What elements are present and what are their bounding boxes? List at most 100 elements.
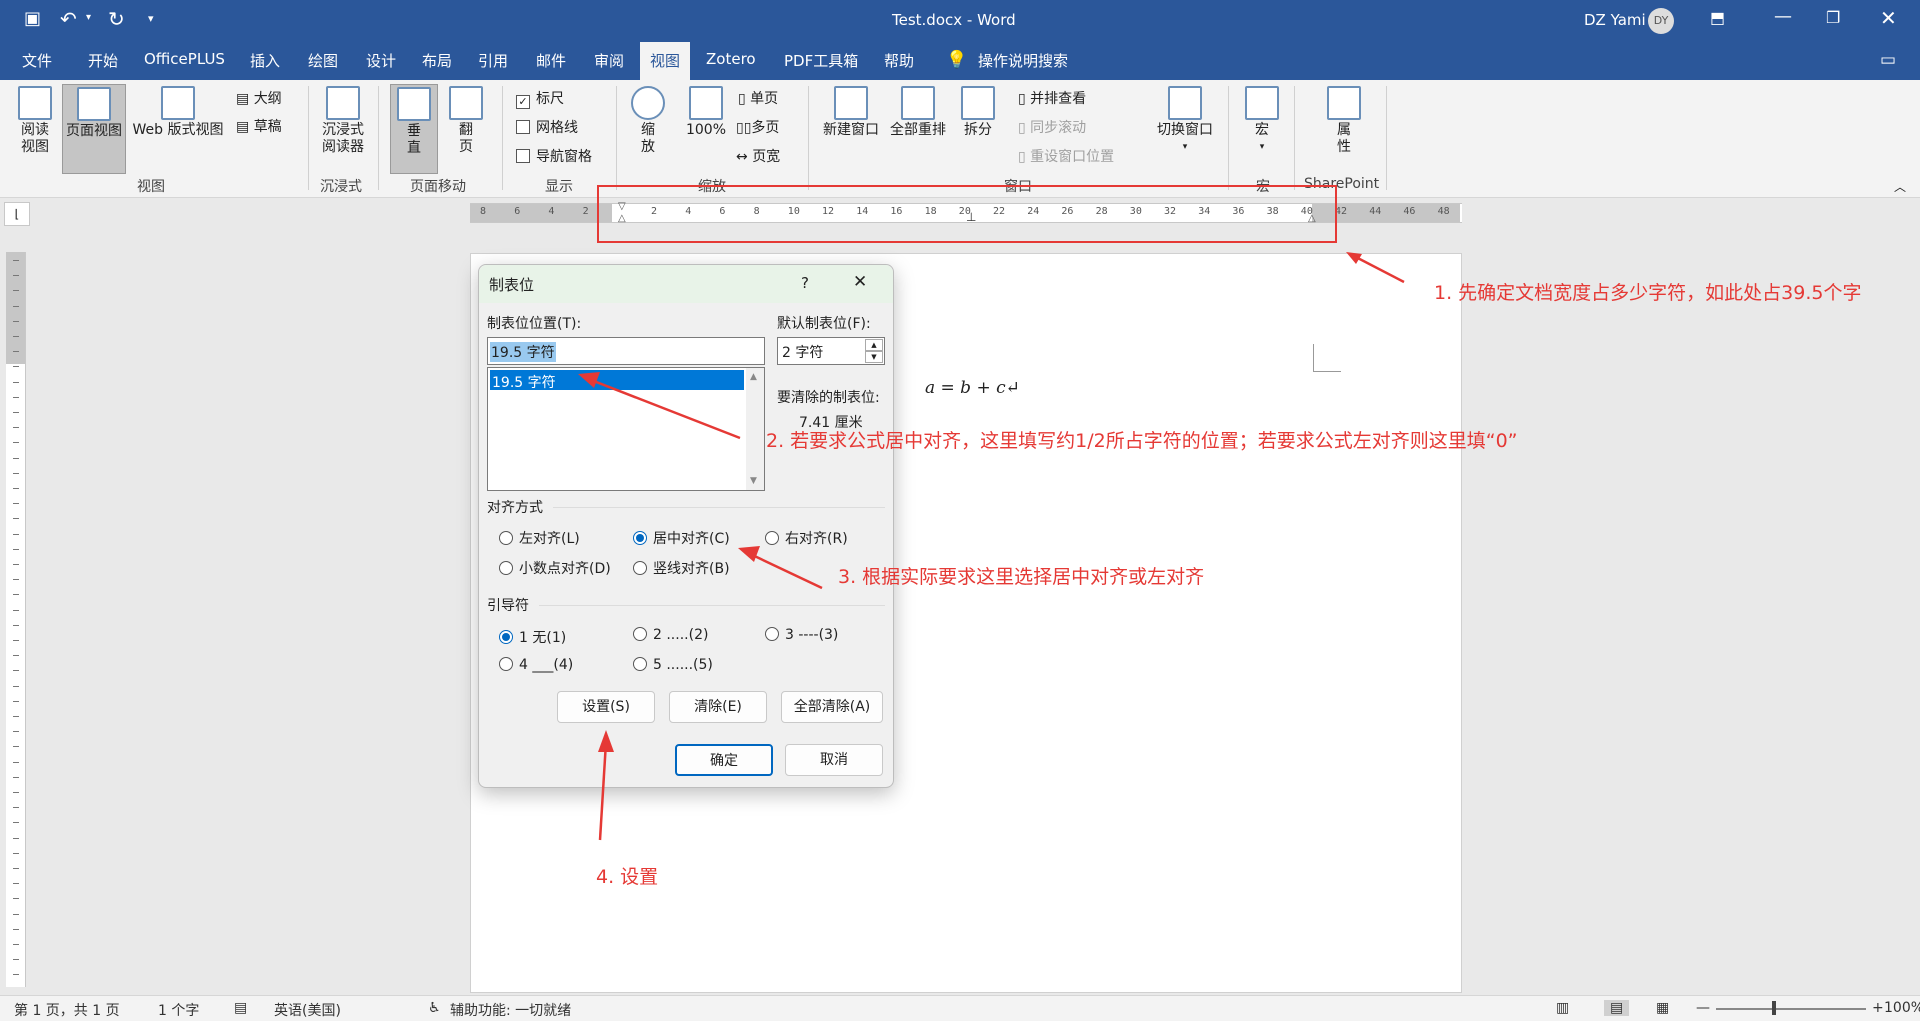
leader-underline-radio[interactable]: 4 ___(4) — [499, 657, 573, 673]
customize-qat-icon[interactable]: ▾ — [148, 12, 154, 25]
sync-scroll-button[interactable]: ▯ 同步滚动 — [1018, 117, 1086, 137]
web-layout-button[interactable]: Web 版式视图 — [128, 86, 228, 139]
leader-none-radio[interactable]: 1 无(1) — [499, 627, 566, 647]
tab-home[interactable]: 开始 — [88, 50, 118, 71]
formula-equation[interactable]: a = b + c↵ — [925, 378, 1020, 398]
align-left-radio[interactable]: 左对齐(L) — [499, 528, 580, 548]
first-line-indent-marker[interactable]: ▽ — [618, 201, 626, 212]
ribbon-display-icon[interactable]: ⬒ — [1710, 8, 1725, 27]
tab-view[interactable]: 视图 — [640, 42, 691, 80]
zoom-button[interactable]: 缩 放 — [628, 86, 668, 156]
ok-button[interactable]: 确定 — [675, 744, 773, 776]
zoom-100-button[interactable]: 100% — [684, 86, 728, 139]
page-width-button[interactable]: ↔ 页宽 — [736, 146, 780, 166]
tab-review[interactable]: 审阅 — [594, 50, 624, 71]
properties-button[interactable]: 属 性 — [1320, 86, 1368, 156]
default-tab-stops-spinner[interactable]: 2 字符 ▲ ▼ — [777, 337, 885, 365]
page-count[interactable]: 第 1 页，共 1 页 — [14, 1000, 120, 1020]
switch-windows-button[interactable]: 切换窗口 ▾ — [1150, 86, 1220, 156]
scroll-up-icon[interactable]: ▲ — [750, 372, 757, 382]
vertical-ruler[interactable] — [6, 252, 26, 987]
tab-officeplus[interactable]: OfficePLUS — [144, 50, 225, 68]
cancel-button[interactable]: 取消 — [785, 744, 883, 776]
tab-layout[interactable]: 布局 — [422, 50, 452, 71]
close-window-icon[interactable]: ✕ — [1880, 6, 1897, 30]
leader-dashes-radio[interactable]: 3 ----(3) — [765, 627, 838, 643]
leader-dots-radio[interactable]: 2 .....(2) — [633, 627, 708, 643]
word-count[interactable]: 1 个字 — [158, 1000, 199, 1020]
tab-stop-list[interactable]: 19.5 字符 ▲ ▼ — [487, 367, 765, 491]
language[interactable]: 英语(美国) — [274, 1000, 341, 1020]
close-icon[interactable]: ✕ — [853, 272, 867, 292]
zoom-out-icon[interactable]: — — [1696, 1000, 1710, 1016]
tab-zotero[interactable]: Zotero — [706, 50, 756, 68]
tab-selector[interactable]: ⌊ — [4, 202, 30, 226]
center-tab-marker[interactable]: ⊥ — [966, 210, 976, 224]
leader-middle-dots-radio[interactable]: 5 ......(5) — [633, 657, 713, 673]
tab-insert[interactable]: 插入 — [250, 50, 280, 71]
read-mode-button[interactable]: 阅读 视图 — [14, 86, 56, 156]
align-right-radio[interactable]: 右对齐(R) — [765, 528, 848, 548]
macros-button[interactable]: 宏 ▾ — [1240, 86, 1284, 156]
outline-button[interactable]: ▤ 大纲 — [236, 88, 282, 108]
list-scrollbar[interactable]: ▲ ▼ — [746, 368, 764, 490]
zoom-slider[interactable] — [1716, 1008, 1866, 1010]
tab-help[interactable]: 帮助 — [884, 50, 914, 71]
proofing-icon[interactable]: ▤ — [234, 1000, 247, 1016]
list-item[interactable]: 19.5 字符 — [490, 370, 744, 391]
nav-pane-checkbox[interactable]: 导航窗格 — [516, 146, 592, 166]
read-mode-status-icon[interactable]: ▥ — [1556, 1000, 1569, 1016]
tab-design[interactable]: 设计 — [366, 50, 396, 71]
align-decimal-radio[interactable]: 小数点对齐(D) — [499, 558, 611, 578]
reset-window-button[interactable]: ▯ 重设窗口位置 — [1018, 146, 1114, 166]
zoom-level[interactable]: 100% — [1884, 1000, 1920, 1016]
spin-down-icon[interactable]: ▼ — [865, 351, 883, 363]
spin-up-icon[interactable]: ▲ — [865, 339, 883, 351]
left-indent-marker[interactable]: △ — [618, 213, 626, 224]
user-name[interactable]: DZ Yami — [1584, 11, 1646, 29]
print-layout-status-icon[interactable]: ▤ — [1604, 1000, 1630, 1016]
right-indent-marker[interactable]: △ — [1308, 213, 1316, 224]
ruler-checkbox[interactable]: ✓ 标尺 — [516, 88, 564, 109]
multiple-pages-button[interactable]: ▯▯多页 — [736, 117, 779, 137]
tab-mailings[interactable]: 邮件 — [536, 50, 566, 71]
avatar[interactable]: DY — [1648, 8, 1674, 34]
gridlines-checkbox[interactable]: 网格线 — [516, 117, 578, 137]
set-button[interactable]: 设置(S) — [557, 691, 655, 723]
new-window-button[interactable]: 新建窗口 — [818, 86, 884, 139]
redo-icon[interactable]: ↻ — [108, 7, 125, 31]
collapse-ribbon-icon[interactable]: ︿ — [1894, 178, 1906, 195]
split-button[interactable]: 拆分 — [956, 86, 1000, 139]
arrange-all-button[interactable]: 全部重排 — [886, 86, 950, 139]
scroll-down-icon[interactable]: ▼ — [750, 476, 757, 486]
clear-button[interactable]: 清除(E) — [669, 691, 767, 723]
web-layout-status-icon[interactable]: ▦ — [1656, 1000, 1669, 1016]
tab-draw[interactable]: 绘图 — [308, 50, 338, 71]
print-layout-button[interactable]: 页面视图 — [62, 84, 126, 174]
tab-pdf-tools[interactable]: PDF工具箱 — [784, 50, 858, 71]
zoom-slider-thumb[interactable] — [1772, 1001, 1776, 1015]
tab-file[interactable]: 文件 — [22, 50, 52, 71]
horizontal-ruler[interactable]: 8 6 4 2 2 4 6 8 10 12 14 16 18 20 22 24 26 28 30 32 34 36 38 40… — [470, 201, 1462, 224]
view-side-by-side-button[interactable]: ▯ 并排查看 — [1018, 88, 1086, 108]
tell-me-search[interactable]: 操作说明搜索 — [978, 50, 1068, 71]
comments-icon[interactable]: ▭ — [1880, 50, 1896, 70]
clear-all-button[interactable]: 全部清除(A) — [781, 691, 883, 723]
zoom-in-icon[interactable]: + — [1872, 1000, 1884, 1016]
save-icon[interactable]: ▣ — [24, 8, 41, 29]
vertical-button[interactable]: 垂 直 — [390, 84, 438, 174]
restore-icon[interactable]: ❐ — [1826, 8, 1840, 27]
one-page-button[interactable]: ▯ 单页 — [738, 88, 778, 108]
accessibility-status[interactable]: 辅助功能: 一切就绪 — [450, 1000, 571, 1020]
undo-dropdown-icon[interactable]: ▾ — [86, 12, 91, 23]
tab-stop-position-input[interactable]: 19.5 字符 — [487, 337, 765, 365]
draft-button[interactable]: ▤ 草稿 — [236, 116, 282, 136]
tab-references[interactable]: 引用 — [478, 50, 508, 71]
undo-icon[interactable]: ↶ — [60, 7, 77, 31]
align-bar-radio[interactable]: 竖线对齐(B) — [633, 558, 730, 578]
align-center-radio[interactable]: 居中对齐(C) — [633, 528, 730, 548]
help-icon[interactable]: ? — [801, 274, 809, 292]
immersive-reader-button[interactable]: 沉浸式 阅读器 — [316, 86, 370, 156]
side-to-side-button[interactable]: 翻 页 — [446, 86, 486, 156]
minimize-icon[interactable]: — — [1774, 6, 1792, 27]
